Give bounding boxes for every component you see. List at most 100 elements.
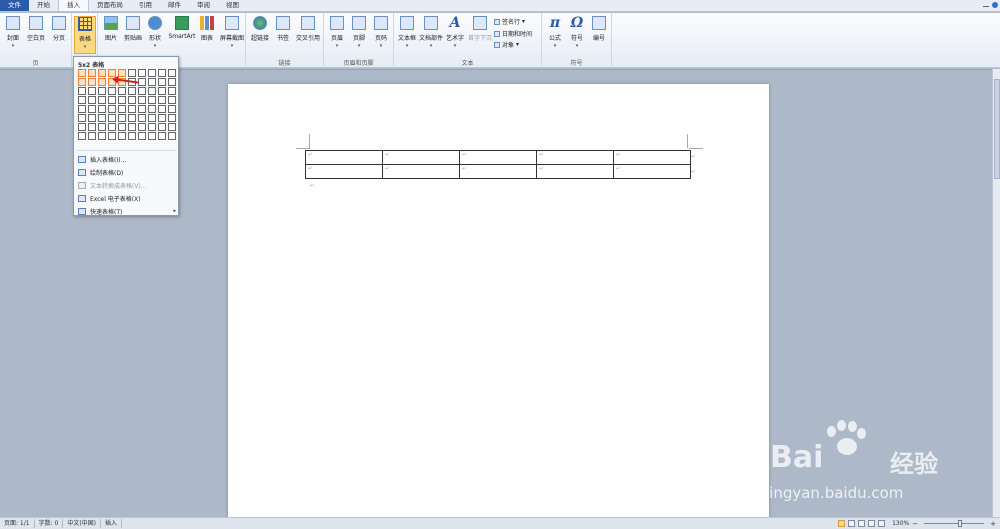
grid-cell[interactable] xyxy=(138,132,146,140)
grid-cell[interactable] xyxy=(98,114,106,122)
grid-cell[interactable] xyxy=(128,132,136,140)
draw-table-item[interactable]: 绘制表格(D) xyxy=(78,166,176,178)
blank-page-button[interactable]: 空白页 xyxy=(25,16,47,42)
print-layout-icon[interactable] xyxy=(838,520,846,527)
table-cell[interactable]: ↵ xyxy=(459,150,537,165)
textbox-button[interactable]: 文本框 ▾ xyxy=(396,16,418,49)
grid-cell[interactable] xyxy=(168,78,176,86)
page-break-button[interactable]: 分页 xyxy=(48,16,70,42)
number-button[interactable]: 编号 xyxy=(588,16,610,42)
grid-cell[interactable] xyxy=(138,87,146,95)
table-button[interactable]: 表格 ▾ xyxy=(74,16,96,54)
outline-icon[interactable] xyxy=(868,520,876,527)
grid-cell[interactable] xyxy=(128,96,136,104)
grid-cell[interactable] xyxy=(88,78,96,86)
grid-cell[interactable] xyxy=(158,105,166,113)
web-layout-icon[interactable] xyxy=(858,520,866,527)
grid-cell[interactable] xyxy=(78,96,86,104)
table-cell[interactable]: ↵ xyxy=(459,164,537,179)
grid-cell[interactable] xyxy=(78,114,86,122)
grid-cell[interactable] xyxy=(108,132,116,140)
page-count[interactable]: 页面: 1/1 xyxy=(0,519,35,528)
grid-cell[interactable] xyxy=(118,96,126,104)
table-cell[interactable]: ↵ xyxy=(382,150,460,165)
grid-cell[interactable] xyxy=(78,87,86,95)
grid-cell[interactable] xyxy=(138,105,146,113)
grid-cell[interactable] xyxy=(168,132,176,140)
grid-cell[interactable] xyxy=(88,69,96,77)
quick-parts-button[interactable]: 文档部件 ▾ xyxy=(418,16,444,49)
cover-button[interactable]: 封面 ▾ xyxy=(2,16,24,49)
grid-cell[interactable] xyxy=(98,87,106,95)
grid-cell[interactable] xyxy=(168,114,176,122)
grid-cell[interactable] xyxy=(98,132,106,140)
table-cell[interactable]: ↵ xyxy=(613,164,691,179)
tab-references[interactable]: 引用 xyxy=(131,0,160,11)
grid-cell[interactable] xyxy=(118,69,126,77)
table-cell[interactable]: ↵ xyxy=(536,164,614,179)
grid-cell[interactable] xyxy=(158,87,166,95)
document-page[interactable]: ↵ ↵ ↵ ↵ ↵ ↵ ↵ ↵ ↵ ↵ ↵ ↵ ↵ xyxy=(228,84,769,524)
grid-cell[interactable] xyxy=(128,87,136,95)
drop-cap-button[interactable]: 首字下沉 xyxy=(467,16,493,42)
help-icon[interactable] xyxy=(992,2,998,8)
grid-cell[interactable] xyxy=(168,69,176,77)
tab-mailings[interactable]: 邮件 xyxy=(160,0,189,11)
screenshot-button[interactable]: 屏幕截图 ▾ xyxy=(219,16,245,49)
grid-cell[interactable] xyxy=(88,96,96,104)
zoom-slider[interactable] xyxy=(924,520,985,527)
grid-cell[interactable] xyxy=(128,69,136,77)
grid-cell[interactable] xyxy=(98,69,106,77)
insert-table-item[interactable]: 插入表格(I)... xyxy=(78,153,176,165)
grid-cell[interactable] xyxy=(78,132,86,140)
grid-cell[interactable] xyxy=(148,78,156,86)
grid-cell[interactable] xyxy=(148,123,156,131)
signature-line-button[interactable]: 签名行 ▾ xyxy=(494,17,525,26)
grid-cell[interactable] xyxy=(118,132,126,140)
grid-cell[interactable] xyxy=(148,114,156,122)
header-button[interactable]: 页眉 ▾ xyxy=(326,16,348,49)
grid-cell[interactable] xyxy=(78,69,86,77)
draft-icon[interactable] xyxy=(878,520,886,527)
footer-button[interactable]: 页脚 ▾ xyxy=(348,16,370,49)
picture-button[interactable]: 图片 xyxy=(100,16,122,42)
grid-cell[interactable] xyxy=(148,132,156,140)
language[interactable]: 中文(中国) xyxy=(63,519,102,528)
word-count[interactable]: 字数: 0 xyxy=(35,519,64,528)
grid-cell[interactable] xyxy=(138,96,146,104)
grid-cell[interactable] xyxy=(118,123,126,131)
table-cell[interactable]: ↵ xyxy=(536,150,614,165)
tab-insert[interactable]: 插入 xyxy=(58,0,89,11)
clipart-button[interactable]: 剪贴画 xyxy=(122,16,144,42)
grid-cell[interactable] xyxy=(158,78,166,86)
grid-cell[interactable] xyxy=(78,78,86,86)
date-time-button[interactable]: 日期和时间 xyxy=(494,29,532,38)
grid-cell[interactable] xyxy=(118,87,126,95)
grid-cell[interactable] xyxy=(138,69,146,77)
tab-review[interactable]: 审阅 xyxy=(189,0,218,11)
chart-button[interactable]: 图表 xyxy=(196,16,218,42)
grid-cell[interactable] xyxy=(128,105,136,113)
grid-cell[interactable] xyxy=(108,96,116,104)
table-cell[interactable]: ↵ xyxy=(382,164,460,179)
grid-cell[interactable] xyxy=(98,96,106,104)
grid-cell[interactable] xyxy=(108,87,116,95)
zoom-out-icon[interactable]: − xyxy=(912,520,918,528)
zoom-level[interactable]: 130% xyxy=(892,520,909,527)
grid-cell[interactable] xyxy=(118,105,126,113)
full-screen-icon[interactable] xyxy=(848,520,856,527)
page-number-button[interactable]: 页码 ▾ xyxy=(370,16,392,49)
tab-view[interactable]: 视图 xyxy=(218,0,247,11)
zoom-slider-handle[interactable] xyxy=(958,520,963,527)
scroll-thumb[interactable] xyxy=(994,79,1000,179)
grid-cell[interactable] xyxy=(148,96,156,104)
grid-cell[interactable] xyxy=(88,123,96,131)
bookmark-button[interactable]: 书签 xyxy=(272,16,294,42)
tab-file[interactable]: 文件 xyxy=(0,0,29,11)
excel-spreadsheet-item[interactable]: Excel 电子表格(X) xyxy=(78,192,176,204)
grid-cell[interactable] xyxy=(168,87,176,95)
grid-cell[interactable] xyxy=(168,105,176,113)
grid-cell[interactable] xyxy=(168,123,176,131)
table-cell[interactable]: ↵ xyxy=(305,150,383,165)
grid-cell[interactable] xyxy=(158,96,166,104)
